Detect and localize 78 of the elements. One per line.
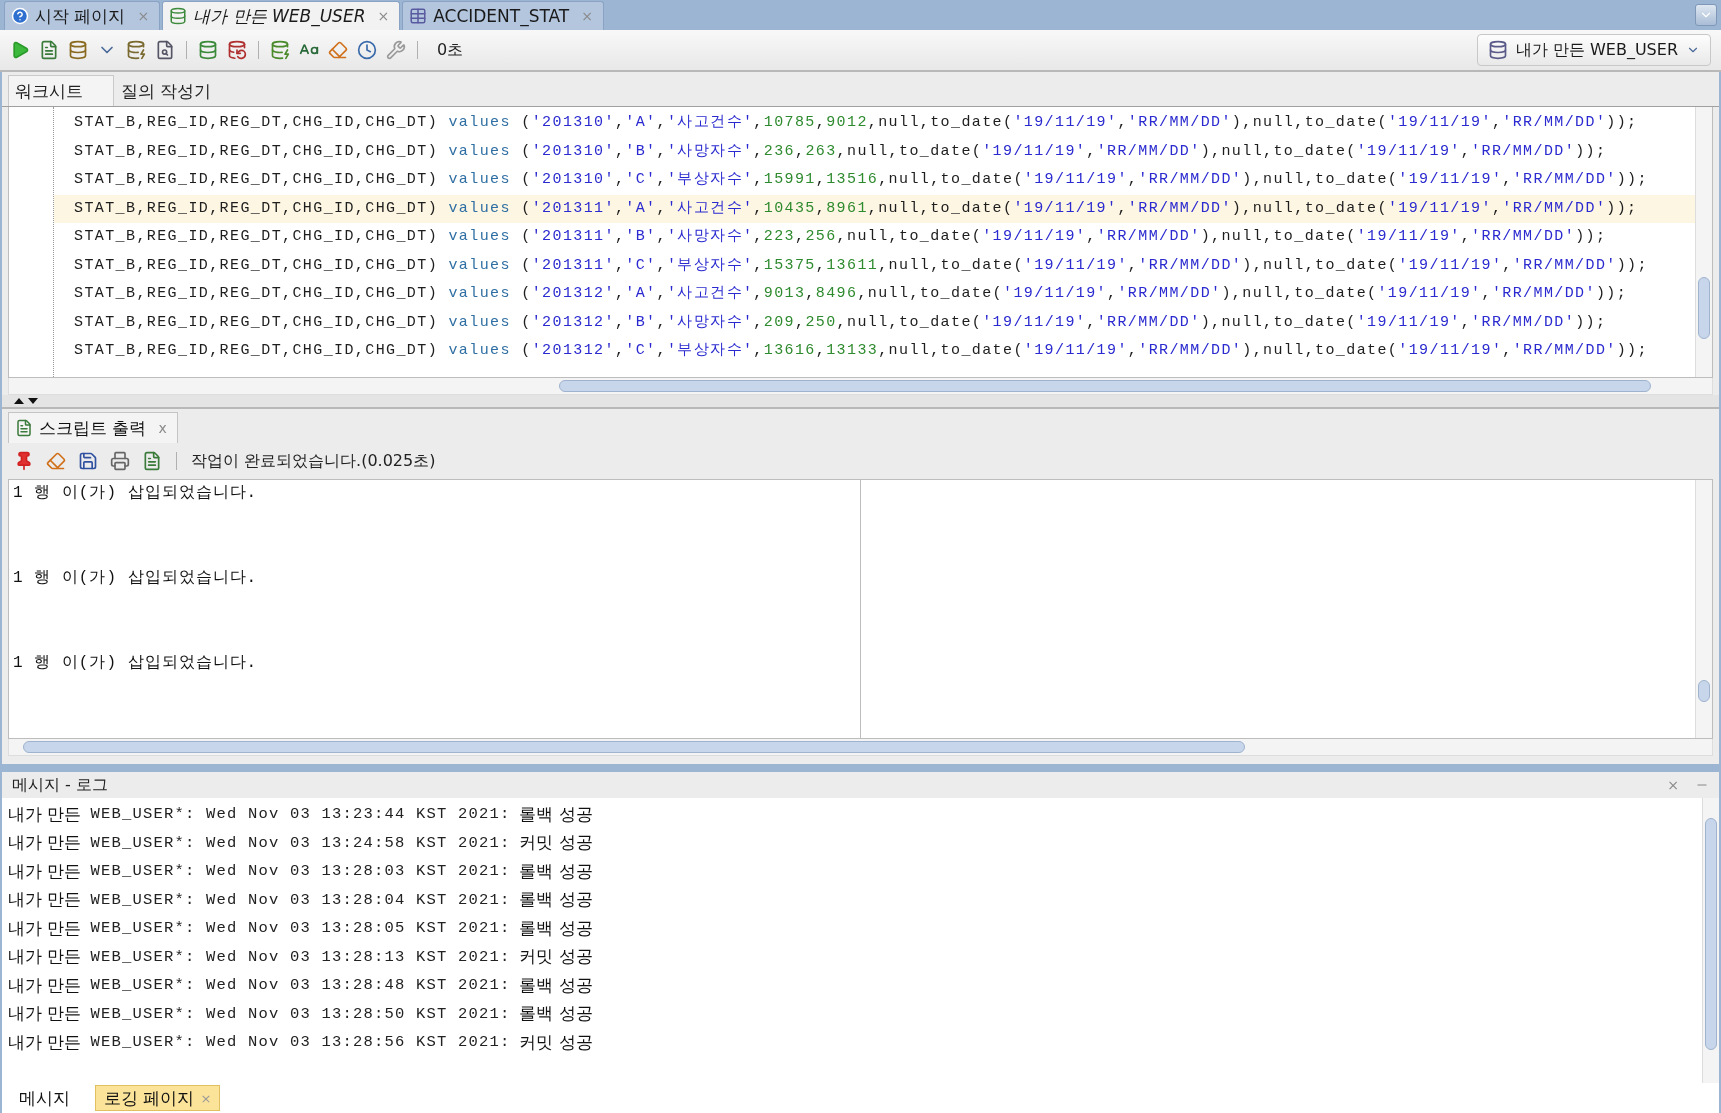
log-timestamp: WEB_USER*: Wed Nov 03 13:28:48 KST 2021: <box>90 976 511 995</box>
log-tab[interactable]: 로깅 페이지 × <box>95 1085 221 1111</box>
save-icon[interactable] <box>78 451 98 471</box>
vertical-scrollbar[interactable] <box>1702 798 1719 1083</box>
log-result: 커밋 성공 <box>519 831 593 855</box>
print-icon[interactable] <box>110 451 130 471</box>
database-icon <box>1487 40 1508 60</box>
eraser-icon[interactable] <box>328 40 348 60</box>
database-icon[interactable] <box>68 40 88 60</box>
output-line: 1 행 이(가) 삽입되었습니다. <box>13 483 259 504</box>
database-icon <box>169 7 188 25</box>
vertical-scrollbar[interactable] <box>1695 480 1712 738</box>
connection-name: 내가 만든 <box>8 888 82 912</box>
code-line: STAT_B,REG_ID,REG_DT,CHG_ID,CHG_DT) values ('201311','C','부상자수',15375,13611,null,to_date('19/11/19','RR/MM/DD'),null,to_date('19/11/19','RR/MM/DD')); <box>73 255 1649 276</box>
pin-icon[interactable] <box>14 451 34 471</box>
log-result: 롤백 성공 <box>519 802 593 826</box>
code-line: STAT_B,REG_ID,REG_DT,CHG_ID,CHG_DT) values ('201310','A','사고건수',10785,9012,null,to_date('19/11/19','RR/MM/DD'),null,to_date('19/11/19','RR/MM/DD')); <box>73 113 1639 133</box>
log-timestamp: WEB_USER*: Wed Nov 03 13:28:50 KST 2021: <box>90 1004 511 1023</box>
connection-name: 내가 만든 <box>8 802 82 826</box>
code-line: STAT_B,REG_ID,REG_DT,CHG_ID,CHG_DT) values ('201311','B','사망자수',223,256,null,to_date('19/11/19','RR/MM/DD'),null,to_date('19/11/19','RR/MM/DD')); <box>73 227 1608 247</box>
log-timestamp: WEB_USER*: Wed Nov 03 13:28:13 KST 2021: <box>90 947 511 966</box>
log-result: 롤백 성공 <box>519 888 593 912</box>
log-result: 롤백 성공 <box>519 1002 593 1026</box>
document-tab[interactable]: 시작 페이지 × <box>4 1 161 30</box>
log-timestamp: WEB_USER*: Wed Nov 03 13:28:04 KST 2021: <box>90 890 511 909</box>
help-icon <box>11 7 29 25</box>
database-icon[interactable] <box>270 40 290 60</box>
panel-title: 메시지 - 로그 <box>12 774 109 796</box>
log-tab[interactable]: 메시지 <box>10 1085 79 1111</box>
connection-name: 내가 만든 <box>8 831 82 855</box>
play-icon[interactable] <box>10 40 30 60</box>
database-undo-icon[interactable] <box>227 40 247 60</box>
vertical-scrollbar[interactable] <box>1695 107 1712 377</box>
log-result: 롤백 성공 <box>519 859 593 883</box>
log-timestamp: WEB_USER*: Wed Nov 03 13:28:05 KST 2021: <box>90 919 511 938</box>
tab-list-button[interactable] <box>1695 4 1717 26</box>
script-output-tab[interactable]: 스크립트 출력 x <box>8 412 178 443</box>
table-icon <box>409 7 428 25</box>
code-line: STAT_B,REG_ID,REG_DT,CHG_ID,CHG_DT) values ('201310','C','부상자수',15991,13516,null,to_date('19/11/19','RR/MM/DD'),null,to_date('19/11/19','RR/MM/DD')); <box>73 170 1649 190</box>
output-line: 1 행 이(가) 삽입되었습니다. <box>13 568 259 589</box>
wrench-icon[interactable] <box>386 40 406 60</box>
clock-icon[interactable] <box>357 40 377 60</box>
code-line: STAT_B,REG_ID,REG_DT,CHG_ID,CHG_DT) values ('201312','B','사망자수',209,250,null,to_date('19/11/19','RR/MM/DD'),null,to_date('19/11/19','RR/MM/DD')); <box>73 312 1608 333</box>
log-timestamp: WEB_USER*: Wed Nov 03 13:28:03 KST 2021: <box>90 862 511 881</box>
log-result: 롤백 성공 <box>519 973 593 997</box>
database-check-icon[interactable] <box>198 40 218 60</box>
connection-dropdown[interactable]: 내가 만든 WEB_USER <box>1476 34 1711 66</box>
document-icon[interactable] <box>39 40 59 60</box>
log-result: 커밋 성공 <box>519 1030 593 1054</box>
log-timestamp: WEB_USER*: Wed Nov 03 13:24:58 KST 2021: <box>90 833 511 852</box>
editor-tab[interactable]: 질의 작성기 <box>114 75 243 106</box>
document-icon <box>15 419 33 437</box>
document-search-icon[interactable] <box>155 40 175 60</box>
log-result: 커밋 성공 <box>519 945 593 969</box>
document-tab[interactable]: ACCIDENT_STAT × <box>402 1 604 30</box>
log-timestamp: WEB_USER*: Wed Nov 03 13:28:56 KST 2021: <box>90 1033 511 1052</box>
database-icon[interactable] <box>126 40 146 60</box>
collapse-arrows-icon[interactable] <box>12 397 40 405</box>
editor-tab[interactable]: 워크시트 <box>8 75 114 106</box>
connection-name: 내가 만든 <box>8 1030 82 1054</box>
connection-name: 내가 만든 <box>8 973 82 997</box>
document-tab[interactable]: 내가 만든 WEB_USER × <box>162 1 401 30</box>
connection-name: 내가 만든 <box>8 1002 82 1026</box>
log-timestamp: WEB_USER*: Wed Nov 03 13:23:44 KST 2021: <box>90 805 511 824</box>
elapsed-time: 0초 <box>437 39 464 61</box>
document-icon[interactable] <box>142 451 162 471</box>
connection-name: 내가 만든 <box>8 945 82 969</box>
code-line: STAT_B,REG_ID,REG_DT,CHG_ID,CHG_DT) values ('201310','B','사망자수',236,263,null,to_date('19/11/19','RR/MM/DD'),null,to_date('19/11/19','RR/MM/DD')); <box>73 141 1608 162</box>
output-line: 1 행 이(가) 삽입되었습니다. <box>13 653 259 674</box>
status-message: 작업이 완료되었습니다.(0.025초) <box>191 450 436 472</box>
horizontal-scrollbar[interactable] <box>8 739 1713 756</box>
code-line: STAT_B,REG_ID,REG_DT,CHG_ID,CHG_DT) values ('201312','A','사고건수',9013,8496,null,to_date('19/11/19','RR/MM/DD'),null,to_date('19/11/19','RR/MM/DD')); <box>73 284 1629 304</box>
horizontal-scrollbar[interactable] <box>8 378 1713 395</box>
connection-name: 내가 만든 <box>8 916 82 940</box>
eraser-icon[interactable] <box>46 451 66 471</box>
code-line: STAT_B,REG_ID,REG_DT,CHG_ID,CHG_DT) values ('201312','C','부상자수',13616,13133,null,to_date('19/11/19','RR/MM/DD'),null,to_date('19/11/19','RR/MM/DD')); <box>73 341 1649 361</box>
log-result: 롤백 성공 <box>519 916 593 940</box>
connection-name: 내가 만든 <box>8 859 82 883</box>
